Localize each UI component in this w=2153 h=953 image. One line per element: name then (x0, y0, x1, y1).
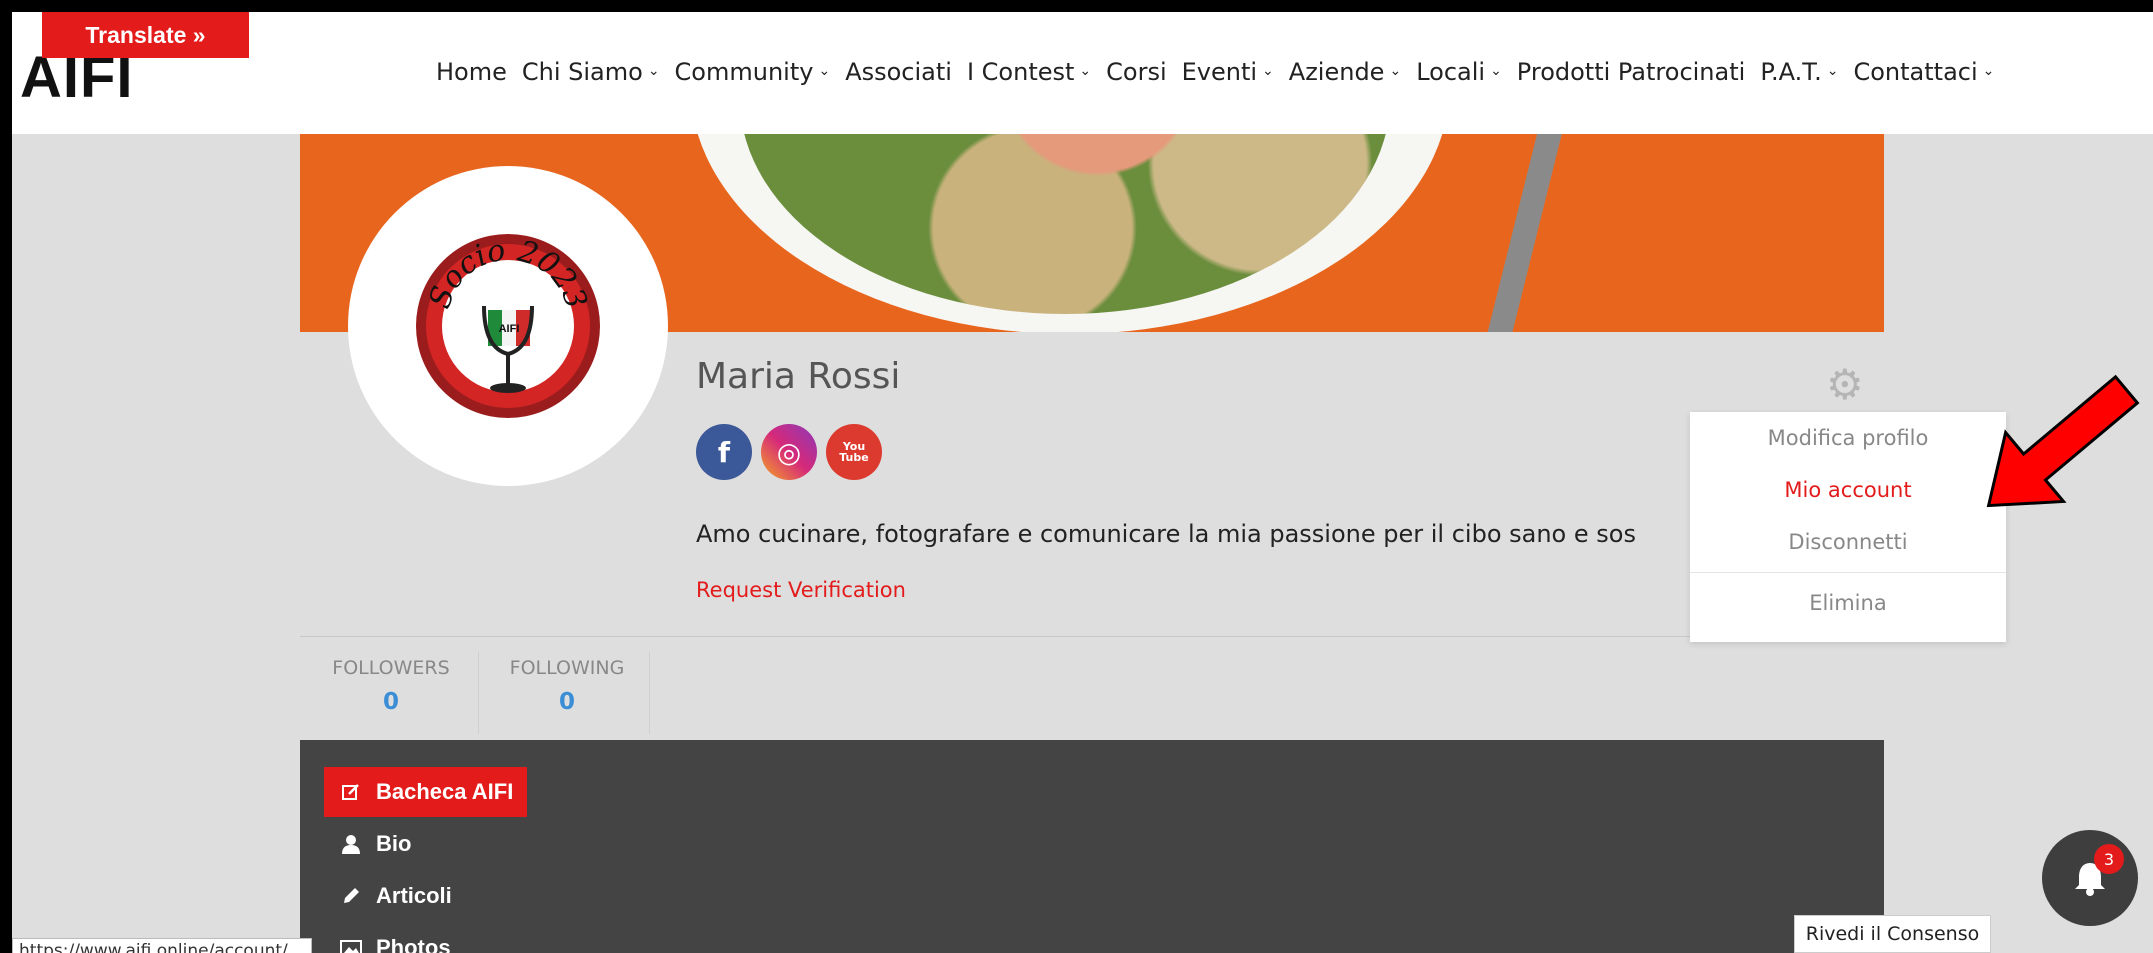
nav-item-i-contest[interactable]: I Contest ⌄ (967, 58, 1091, 86)
chevron-down-icon: ⌄ (1079, 63, 1092, 79)
stat-separator (478, 652, 479, 734)
tab-photos[interactable]: Photos (324, 923, 465, 953)
nav-label: Eventi (1181, 58, 1258, 86)
chevron-down-icon: ⌄ (1982, 63, 1995, 79)
chevron-down-icon: ⌄ (1490, 63, 1502, 79)
menu-item-elimina[interactable]: Elimina (1690, 577, 2006, 629)
nav-item-contattaci[interactable]: Contattaci ⌄ (1853, 58, 1994, 86)
knife-image (1478, 134, 1566, 332)
nav-label: Home (436, 58, 507, 86)
tab-label: Articoli (376, 883, 452, 908)
nav-label: P.A.T. (1760, 58, 1822, 86)
nav-label: Associati (845, 58, 952, 86)
annotation-arrow-icon (1986, 374, 2140, 508)
site-header: AIFI Translate » Home Chi Siamo ⌄ Community… (12, 12, 2153, 134)
youtube-icon[interactable]: You Tube (826, 424, 882, 480)
nav-item-eventi[interactable]: Eventi ⌄ (1182, 58, 1274, 86)
facebook-icon[interactable]: f (696, 424, 752, 480)
nav-item-corsi[interactable]: Corsi (1106, 58, 1166, 86)
nav-label: Prodotti Patrocinati (1516, 58, 1746, 86)
profile-tabs: Bacheca AIFI Bio Articoli Photos (300, 740, 1884, 953)
instagram-icon[interactable]: ◎ (761, 424, 817, 480)
user-icon (338, 834, 364, 854)
request-verification-link[interactable]: Request Verification (696, 578, 906, 602)
nav-item-prodotti-patrocinati[interactable]: Prodotti Patrocinati (1517, 58, 1746, 86)
nav-item-home[interactable]: Home (436, 58, 507, 86)
social-links: f ◎ You Tube (696, 424, 882, 480)
chevron-down-icon: ⌄ (1262, 63, 1274, 79)
chevron-down-icon: ⌄ (1389, 63, 1402, 79)
following-label: FOLLOWING (509, 657, 625, 679)
tab-label: Bacheca AIFI (376, 779, 514, 804)
tab-label: Photos (376, 935, 451, 953)
consent-review-button[interactable]: Rivedi il Consenso (1794, 915, 1991, 953)
notification-count-badge: 3 (2094, 844, 2124, 874)
main-nav: Home Chi Siamo ⌄ Community ⌄ Associati I Conte… (436, 58, 2009, 86)
nav-label: Contattaci (1853, 58, 1978, 86)
nav-item-p-a-t[interactable]: P.A.T. ⌄ (1760, 58, 1838, 86)
translate-button[interactable]: Translate » (42, 12, 249, 58)
badge-inner-text: AIFI (499, 323, 520, 335)
notification-bell-button[interactable]: 3 (2042, 830, 2138, 926)
profile-avatar[interactable]: Socio 2023 AIFI (348, 166, 668, 486)
followers-count: 0 (382, 689, 399, 715)
tab-bio[interactable]: Bio (324, 819, 425, 869)
food-image (740, 134, 1390, 314)
following-stat[interactable]: FOLLOWING 0 (504, 657, 630, 715)
following-count: 0 (558, 689, 575, 715)
nav-label: Corsi (1106, 58, 1167, 86)
image-icon (338, 938, 364, 953)
stat-separator (649, 652, 650, 734)
browser-viewport: AIFI Translate » Home Chi Siamo ⌄ Community… (12, 12, 2153, 953)
socio-badge-logo: Socio 2023 AIFI (416, 233, 600, 418)
tab-label: Bio (376, 831, 412, 856)
nav-label: Locali (1416, 58, 1486, 86)
chevron-down-icon: ⌄ (647, 63, 660, 79)
tab-bacheca-aifi[interactable]: Bacheca AIFI (324, 767, 528, 817)
menu-divider (1690, 572, 2006, 573)
tab-articoli[interactable]: Articoli (324, 871, 466, 921)
nav-item-chi-siamo[interactable]: Chi Siamo ⌄ (522, 58, 660, 86)
status-bar-url: https://www.aifi.online/account/ (12, 938, 312, 953)
edit-icon (338, 782, 364, 802)
nav-label: Chi Siamo (521, 58, 643, 86)
profile-name: Maria Rossi (696, 356, 901, 397)
pencil-icon (338, 886, 364, 906)
followers-label: FOLLOWERS (332, 657, 450, 679)
nav-item-aziende[interactable]: Aziende ⌄ (1289, 58, 1401, 86)
followers-stat[interactable]: FOLLOWERS 0 (330, 657, 452, 715)
nav-item-associati[interactable]: Associati (845, 58, 952, 86)
chevron-down-icon: ⌄ (1826, 63, 1839, 79)
chevron-down-icon: ⌄ (818, 63, 831, 79)
profile-bio: Amo cucinare, fotografare e comunicare l… (696, 520, 1636, 548)
nav-label: I Contest (966, 58, 1075, 86)
nav-label: Aziende (1288, 58, 1385, 86)
settings-gear-icon[interactable]: ⚙ (1826, 360, 1864, 409)
nav-item-community[interactable]: Community ⌄ (675, 58, 831, 86)
profile-divider (300, 636, 1702, 637)
nav-label: Community (674, 58, 814, 86)
nav-item-locali[interactable]: Locali ⌄ (1416, 58, 1502, 86)
